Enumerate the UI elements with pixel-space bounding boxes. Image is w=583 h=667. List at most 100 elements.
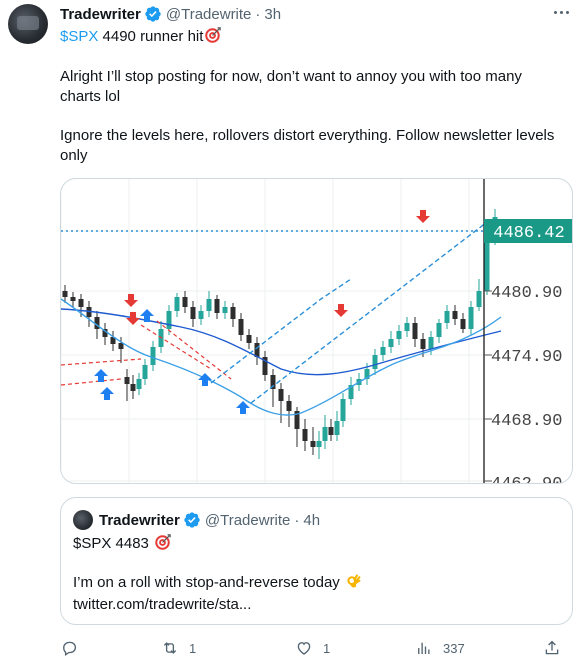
paragraph2-line1: Ignore the levels here, rollovers distor… (60, 127, 555, 144)
separator-dot: · (255, 5, 261, 23)
retweet-button[interactable]: 1 (161, 638, 196, 658)
heart-icon (297, 642, 311, 655)
quoted-header: Tradewriter @Tradewrite · 4h (99, 510, 320, 530)
candle-body (142, 365, 148, 379)
quoted-link[interactable]: twitter.com/tradewrite/sta... (73, 595, 251, 615)
chart-grid (61, 179, 484, 483)
more-options-icon[interactable] (549, 2, 573, 22)
candle-body (322, 427, 328, 441)
cashtag-link[interactable]: $SPX (60, 28, 98, 45)
ok-hand-emoji-icon (347, 574, 361, 588)
views-count: 337 (443, 640, 465, 656)
candle-body (124, 377, 130, 384)
candle-body (62, 291, 68, 297)
price-tick-label: 4474.90 (491, 348, 562, 367)
candle-body (206, 299, 212, 311)
price-tick-label: 4462.90 (491, 475, 562, 484)
candle-body (340, 399, 346, 421)
like-count: 1 (323, 640, 331, 656)
retweet-count: 1 (189, 640, 197, 656)
candle-body (468, 307, 474, 329)
author-name[interactable]: Tradewriter (60, 6, 141, 23)
target-emoji-icon (155, 534, 171, 550)
paragraph2-line2: only (60, 147, 88, 164)
candle-body (420, 339, 426, 349)
candle-body (372, 355, 378, 369)
tweet[interactable]: Tradewriter @Tradewrite · 3h $SPX 4490 r… (0, 0, 583, 667)
views-button[interactable]: 337 (415, 638, 465, 658)
paragraph1-line1: Alright I’ll stop posting for now, don’t… (60, 68, 522, 85)
candle-body (396, 331, 402, 339)
tweet-text-line1: $SPX 4490 runner hit (60, 27, 565, 47)
candle-body (78, 299, 84, 307)
tweet-text-rest: 4490 runner hit (98, 28, 204, 45)
chart-image[interactable]: 4486.42 4480.90 4474.90 4468.90 4462.90 (60, 178, 573, 484)
trend-line (210, 278, 352, 384)
tweet-paragraph-2: Ignore the levels here, rollovers distor… (60, 126, 565, 166)
candle-body (174, 297, 180, 311)
sell-arrow-icon (124, 294, 138, 307)
share-button[interactable] (543, 638, 571, 658)
price-tick-label: 4468.90 (491, 412, 562, 431)
candle-body (380, 347, 386, 355)
buy-arrow-icon (236, 401, 250, 414)
sell-arrow-icon (416, 210, 430, 223)
quoted-line2-text: I’m on a roll with stop-and-reverse toda… (73, 574, 340, 591)
quoted-timestamp: 4h (303, 511, 321, 529)
price-axis: 4486.42 4480.90 4474.90 4468.90 4462.90 (484, 219, 572, 484)
candle-body (214, 299, 220, 313)
candle-body (238, 319, 244, 335)
candle-body (190, 307, 196, 319)
target-emoji-icon (205, 27, 222, 43)
candle-body (388, 339, 394, 347)
candle-body (444, 311, 450, 323)
retweet-icon (163, 642, 177, 654)
quoted-line2: I’m on a roll with stop-and-reverse toda… (73, 573, 362, 593)
candle-body (230, 307, 236, 319)
candle-body (460, 319, 466, 329)
candle-body (198, 311, 204, 319)
buy-arrow-icon (100, 387, 114, 400)
quoted-tweet[interactable]: Tradewriter @Tradewrite · 4h $SPX 4483 I… (60, 497, 573, 625)
sell-arrow-icon (334, 304, 348, 317)
views-chart-icon (418, 642, 430, 654)
candle-body (286, 401, 292, 411)
action-bar: 1 1 337 (60, 638, 573, 658)
candle-body (484, 239, 490, 291)
candle-body (310, 441, 316, 447)
candle-body (70, 297, 76, 301)
paragraph1-line2: charts lol (60, 88, 121, 105)
candle-body (328, 427, 334, 435)
candle-body (476, 291, 482, 307)
candle-body (278, 389, 284, 401)
candle-body (166, 311, 172, 329)
buy-arrow-icon (198, 373, 212, 386)
author-handle[interactable]: @Tradewrite (166, 6, 252, 23)
tweet-paragraph-1: Alright I’ll stop posting for now, don’t… (60, 67, 565, 107)
separator-dot: · (294, 511, 300, 529)
like-button[interactable]: 1 (295, 638, 330, 658)
candlesticks (62, 209, 498, 459)
candle-body (246, 335, 252, 343)
quoted-author-name: Tradewriter (99, 511, 180, 529)
share-icon (545, 640, 559, 655)
quoted-handle: @Tradewrite (204, 511, 291, 529)
candle-body (118, 343, 124, 349)
candle-body (302, 429, 308, 441)
candle-body (222, 307, 228, 313)
candle-body (452, 311, 458, 319)
candle-body (428, 337, 434, 349)
tweet-header: Tradewriter @Tradewrite · 3h (60, 4, 281, 24)
price-chart: 4486.42 4480.90 4474.90 4468.90 4462.90 (61, 179, 572, 484)
current-price-label: 4486.42 (493, 224, 564, 243)
candle-body (404, 323, 410, 331)
candle-body (150, 347, 156, 365)
verified-badge-icon (184, 512, 200, 528)
sell-arrow-icon (126, 312, 140, 325)
avatar[interactable] (8, 4, 48, 44)
verified-badge-icon (145, 6, 161, 22)
reply-button[interactable] (60, 638, 88, 658)
timestamp[interactable]: 3h (264, 6, 281, 23)
quoted-line1: $SPX 4483 (73, 534, 171, 554)
candle-body (334, 421, 340, 435)
